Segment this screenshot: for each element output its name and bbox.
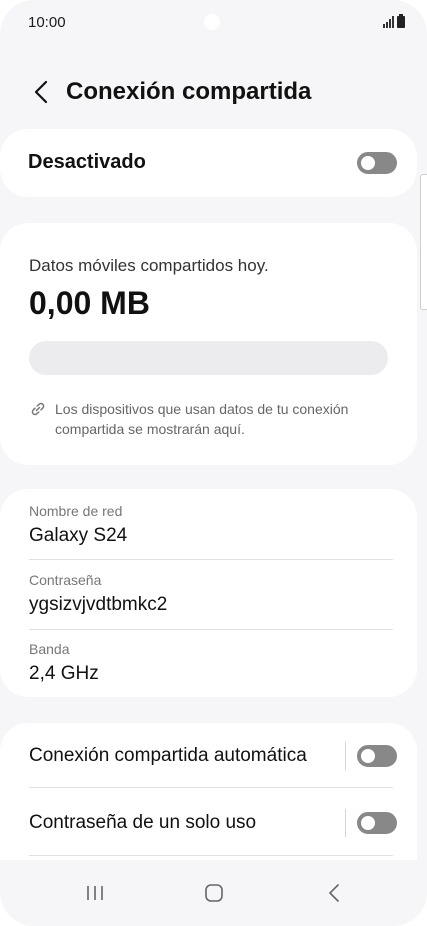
password-label: Contraseña xyxy=(29,572,102,588)
one-time-password-label: Contraseña de un solo uso xyxy=(29,812,257,833)
auto-hotspot-row[interactable]: Conexión compartida automática xyxy=(29,736,389,776)
app-header: Conexión compartida xyxy=(0,70,427,114)
navigation-bar xyxy=(0,860,427,926)
divider xyxy=(29,559,393,560)
row-separator xyxy=(345,809,346,837)
usage-progress-bar xyxy=(29,341,388,375)
usage-info: Los dispositivos que usan datos de tu co… xyxy=(29,399,387,439)
toggle-knob xyxy=(361,156,375,170)
divider xyxy=(29,855,393,856)
page-title: Conexión compartida xyxy=(66,78,312,105)
home-button[interactable] xyxy=(184,860,244,926)
status-icons xyxy=(383,14,405,28)
one-time-password-toggle[interactable] xyxy=(357,812,397,834)
usage-info-text: Los dispositivos que usan datos de tu co… xyxy=(55,401,349,437)
divider xyxy=(29,787,393,788)
band-value: 2,4 GHz xyxy=(29,663,99,684)
phone-screen: 10:00 Conexión compartida Desactivado Da… xyxy=(0,0,427,926)
usage-card: Datos móviles compartidos hoy. 0,00 MB L… xyxy=(0,223,417,465)
master-switch-label: Desactivado xyxy=(28,151,146,173)
network-name-field[interactable]: Nombre de red Galaxy S24 xyxy=(29,503,393,547)
row-separator xyxy=(345,742,346,770)
master-switch-card[interactable]: Desactivado xyxy=(0,129,417,197)
back-icon xyxy=(34,80,48,104)
band-field[interactable]: Banda 2,4 GHz xyxy=(29,641,393,685)
signal-icon xyxy=(383,16,394,28)
network-name-value: Galaxy S24 xyxy=(29,525,128,546)
band-label: Banda xyxy=(29,641,70,657)
status-time: 10:00 xyxy=(28,14,66,31)
divider xyxy=(29,629,393,630)
network-info-card: Nombre de red Galaxy S24 Contraseña ygsi… xyxy=(0,489,417,697)
toggle-knob xyxy=(361,816,375,830)
toggle-knob xyxy=(361,749,375,763)
recent-apps-button[interactable] xyxy=(65,860,125,926)
back-button[interactable] xyxy=(28,70,54,114)
password-value: ygsizvjvdtbmkc2 xyxy=(29,594,168,615)
auto-hotspot-toggle[interactable] xyxy=(357,745,397,767)
auto-hotspot-label: Conexión compartida automática xyxy=(29,745,307,766)
network-name-label: Nombre de red xyxy=(29,503,123,519)
link-icon xyxy=(31,402,45,416)
back-nav-icon xyxy=(329,884,339,902)
camera-cutout xyxy=(204,14,220,30)
status-bar: 10:00 xyxy=(0,0,427,44)
recent-apps-icon xyxy=(87,886,103,900)
one-time-password-row[interactable]: Contraseña de un solo uso xyxy=(29,803,389,843)
battery-icon xyxy=(397,14,405,28)
scroll-indicator[interactable] xyxy=(420,174,427,310)
usage-label: Datos móviles compartidos hoy. xyxy=(29,256,269,275)
home-icon xyxy=(205,884,223,902)
master-switch-toggle[interactable] xyxy=(357,152,397,174)
password-field[interactable]: Contraseña ygsizvjvdtbmkc2 xyxy=(29,572,393,616)
usage-value: 0,00 MB xyxy=(29,285,150,321)
back-nav-button[interactable] xyxy=(304,860,364,926)
